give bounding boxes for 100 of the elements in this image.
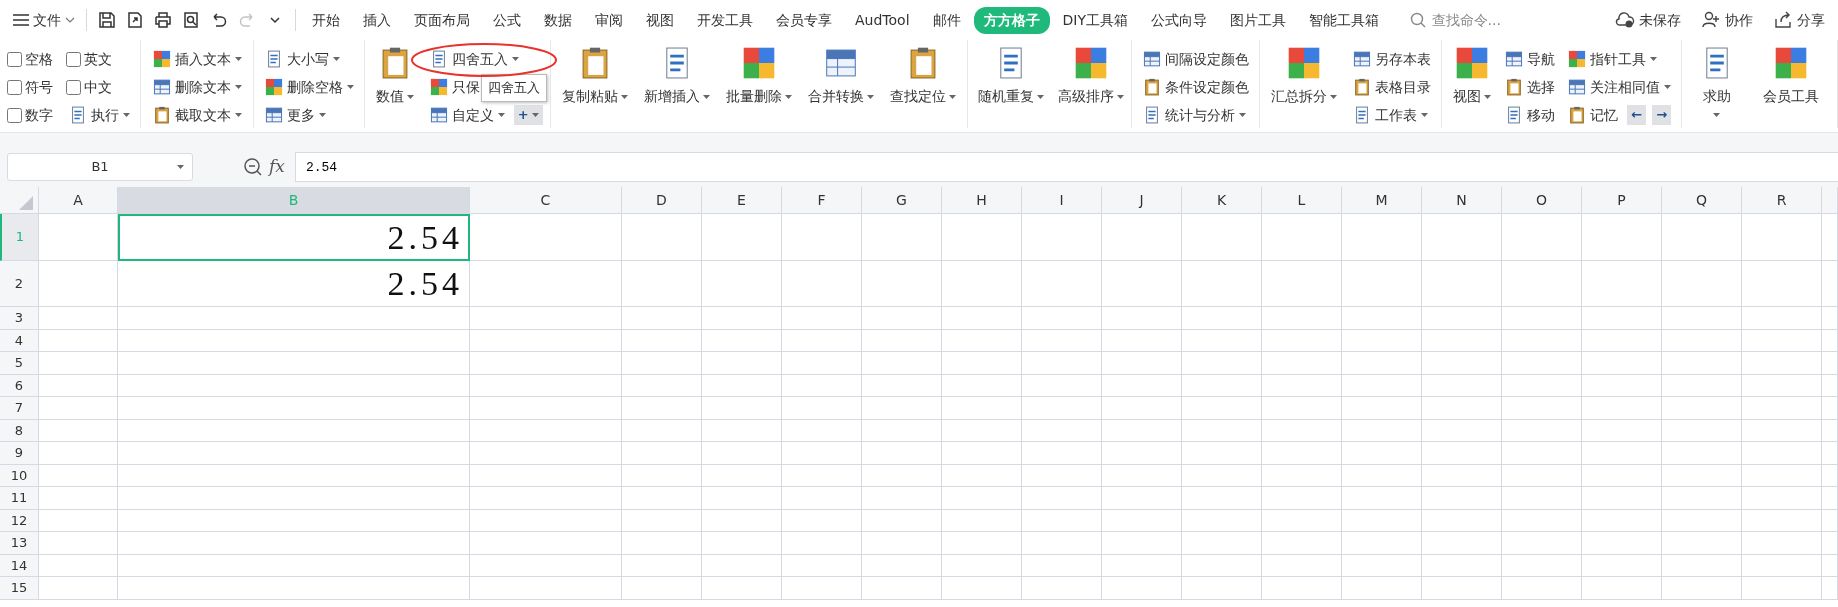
table-cell[interactable]: [622, 214, 702, 261]
ribbon-tab[interactable]: 开发工具: [687, 6, 763, 34]
table-cell[interactable]: [942, 374, 1022, 397]
column-header[interactable]: J: [1102, 187, 1182, 214]
table-cell[interactable]: [622, 532, 702, 555]
table-cell[interactable]: [1422, 554, 1502, 577]
table-cell[interactable]: [1022, 487, 1102, 510]
table-cell[interactable]: [118, 374, 470, 397]
ribbon-button[interactable]: 表格目录: [1349, 75, 1434, 99]
table-cell[interactable]: [1822, 329, 1838, 352]
export-icon[interactable]: [125, 10, 145, 30]
ribbon-button[interactable]: 批量删除: [722, 44, 796, 128]
table-cell[interactable]: [862, 214, 942, 261]
ribbon-button[interactable]: 工作表: [1349, 103, 1431, 127]
table-cell[interactable]: [622, 442, 702, 465]
table-cell[interactable]: [118, 397, 470, 420]
table-cell[interactable]: [702, 352, 782, 375]
table-cell[interactable]: [782, 442, 862, 465]
table-cell[interactable]: [1102, 577, 1182, 600]
table-cell[interactable]: [862, 509, 942, 532]
table-cell[interactable]: [470, 329, 622, 352]
ribbon-tab[interactable]: 邮件: [922, 6, 971, 34]
table-cell[interactable]: [1822, 577, 1838, 600]
table-cell[interactable]: [862, 577, 942, 600]
column-header[interactable]: F: [782, 187, 862, 214]
table-cell[interactable]: [1822, 464, 1838, 487]
ribbon-button[interactable]: 合并转换: [804, 44, 878, 128]
column-header[interactable]: D: [622, 187, 702, 214]
table-cell[interactable]: [1662, 352, 1742, 375]
table-cell[interactable]: [622, 419, 702, 442]
table-cell[interactable]: [1262, 554, 1342, 577]
table-cell[interactable]: [1822, 419, 1838, 442]
table-cell[interactable]: [470, 261, 622, 307]
ribbon-button[interactable]: 记忆: [1565, 103, 1622, 127]
table-cell[interactable]: [1742, 442, 1822, 465]
ribbon-tab[interactable]: 数据: [534, 6, 582, 34]
table-cell[interactable]: [782, 329, 862, 352]
table-cell[interactable]: [1502, 352, 1582, 375]
table-cell[interactable]: [1422, 261, 1502, 307]
toolbar-button[interactable]: 协作: [1696, 7, 1758, 33]
ribbon-button[interactable]: 执行: [65, 103, 133, 127]
table-cell[interactable]: [782, 374, 862, 397]
table-cell[interactable]: [1742, 397, 1822, 420]
icon-button[interactable]: +: [513, 105, 543, 125]
ribbon-button[interactable]: 大小写: [261, 47, 343, 71]
table-cell[interactable]: [1102, 374, 1182, 397]
table-cell[interactable]: [1182, 464, 1262, 487]
table-cell[interactable]: [702, 464, 782, 487]
icon-button[interactable]: →: [1652, 105, 1672, 125]
table-cell[interactable]: [118, 442, 470, 465]
table-cell[interactable]: [942, 352, 1022, 375]
table-cell[interactable]: [702, 374, 782, 397]
table-cell[interactable]: [1102, 554, 1182, 577]
table-cell[interactable]: [1582, 261, 1662, 307]
checkbox[interactable]: [7, 107, 23, 123]
ribbon-button[interactable]: 查找定位: [886, 44, 960, 128]
table-cell[interactable]: [782, 261, 862, 307]
table-cell[interactable]: [1742, 487, 1822, 510]
table-cell[interactable]: [1502, 374, 1582, 397]
table-cell[interactable]: [1182, 554, 1262, 577]
table-cell[interactable]: [1742, 374, 1822, 397]
ribbon-tab[interactable]: 公式向导: [1141, 6, 1217, 34]
table-cell[interactable]: [1262, 374, 1342, 397]
table-cell[interactable]: [782, 464, 862, 487]
row-header[interactable]: 7: [0, 397, 39, 420]
search-field[interactable]: 查找命令...: [1429, 8, 1540, 32]
column-header[interactable]: M: [1342, 187, 1422, 214]
table-cell[interactable]: [1822, 554, 1838, 577]
table-cell[interactable]: [782, 214, 862, 261]
table-cell[interactable]: [1582, 307, 1662, 330]
row-header[interactable]: 9: [0, 442, 39, 465]
table-cell[interactable]: [622, 329, 702, 352]
table-cell[interactable]: [39, 464, 118, 487]
table-cell[interactable]: [1022, 352, 1102, 375]
table-cell[interactable]: [1582, 442, 1662, 465]
ribbon-tab[interactable]: 图片工具: [1220, 6, 1296, 34]
table-cell[interactable]: [1262, 487, 1342, 510]
ribbon-tab[interactable]: 开始: [302, 6, 350, 34]
table-cell[interactable]: [1022, 261, 1102, 307]
table-cell[interactable]: [1182, 532, 1262, 555]
table-cell[interactable]: [1662, 307, 1742, 330]
column-header[interactable]: L: [1262, 187, 1342, 214]
row-header[interactable]: 11: [0, 487, 39, 510]
table-cell[interactable]: 2.54: [118, 214, 470, 261]
table-cell[interactable]: [1102, 261, 1182, 307]
table-cell[interactable]: [118, 352, 470, 375]
table-cell[interactable]: [1102, 214, 1182, 261]
table-cell[interactable]: [1662, 374, 1742, 397]
table-cell[interactable]: [862, 442, 942, 465]
table-cell[interactable]: [862, 419, 942, 442]
table-cell[interactable]: [1422, 419, 1502, 442]
ribbon-tab[interactable]: AudTool: [845, 6, 920, 34]
ribbon-button[interactable]: 随机重复: [974, 44, 1048, 128]
table-cell[interactable]: [782, 352, 862, 375]
ribbon-button[interactable]: 会员工具: [1759, 44, 1824, 128]
table-cell[interactable]: [1182, 261, 1262, 307]
ribbon-button[interactable]: 统计与分析: [1139, 103, 1249, 127]
table-cell[interactable]: [470, 214, 622, 261]
table-cell[interactable]: [1422, 509, 1502, 532]
table-cell[interactable]: [862, 487, 942, 510]
